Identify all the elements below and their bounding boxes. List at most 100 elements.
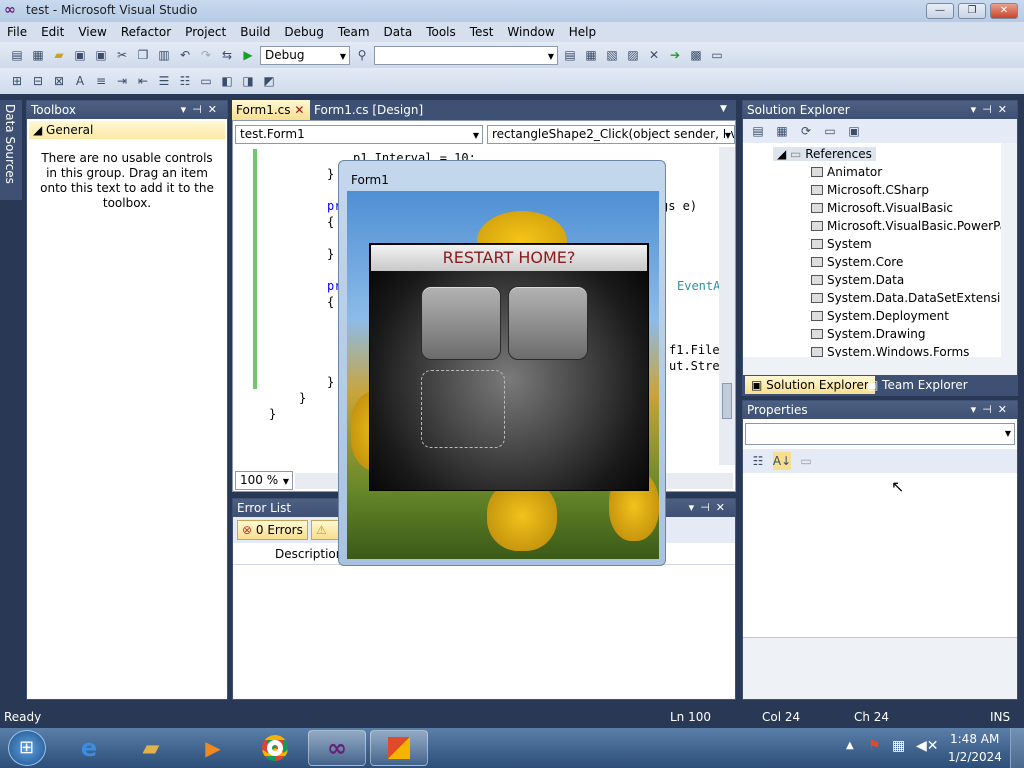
vertical-scrollbar[interactable] <box>719 147 735 465</box>
menu-project[interactable]: Project <box>178 25 233 39</box>
tree-reference-item[interactable]: Microsoft.VisualBasic <box>811 201 953 215</box>
tree-references[interactable]: ◢ ▭ References <box>773 147 876 161</box>
command-window-icon[interactable]: ▭ <box>708 46 726 64</box>
network-icon[interactable]: ▦ <box>892 738 905 754</box>
taskbar-visual-studio[interactable]: ∞ <box>308 730 366 766</box>
properties-icon[interactable]: ▦ <box>582 46 600 64</box>
tree-reference-item[interactable]: Microsoft.CSharp <box>811 183 929 197</box>
show-all-files-icon[interactable]: ▦ <box>773 122 791 140</box>
menu-help[interactable]: Help <box>562 25 603 39</box>
tree-reference-item[interactable]: System.Deployment <box>811 309 949 323</box>
save-all-icon[interactable]: ▣ <box>92 46 110 64</box>
taskbar-form1-app[interactable] <box>370 730 428 766</box>
alphabetical-icon[interactable]: A↓ <box>773 452 791 470</box>
menu-file[interactable]: File <box>0 25 34 39</box>
minimize-button[interactable]: — <box>926 3 954 19</box>
tab-form1-design[interactable]: Form1.cs [Design] <box>310 100 427 120</box>
bookmark-icon[interactable]: ▭ <box>197 72 215 90</box>
extension-icon[interactable]: ▩ <box>687 46 705 64</box>
start-button[interactable]: ⊞ <box>8 730 46 766</box>
refresh-icon[interactable]: ⟳ <box>797 122 815 140</box>
open-folder-icon[interactable]: ▰ <box>50 46 68 64</box>
export-icon[interactable]: ➔ <box>666 46 684 64</box>
zoom-combo[interactable]: 100 % ▼ <box>235 471 293 490</box>
panel-pin-close-icons[interactable]: ▾⊣✕ <box>971 101 1013 119</box>
solution-config-combo[interactable]: Debug ▼ <box>260 45 350 65</box>
new-project-icon[interactable]: ▤ <box>8 46 26 64</box>
indent-icon[interactable]: ⇥ <box>113 72 131 90</box>
dialog-button-2[interactable] <box>508 286 588 360</box>
toolbox-icon[interactable]: ▨ <box>624 46 642 64</box>
outdent-icon[interactable]: ⇤ <box>134 72 152 90</box>
taskbar-explorer[interactable]: ▰ <box>122 730 180 766</box>
menu-refactor[interactable]: Refactor <box>114 25 178 39</box>
paste-icon[interactable]: ▥ <box>155 46 173 64</box>
close-button[interactable]: ✕ <box>990 3 1018 19</box>
menu-view[interactable]: View <box>71 25 113 39</box>
tab-dropdown-icon[interactable]: ▼ <box>720 104 727 114</box>
panel-pin-close-icons[interactable]: ▾⊣✕ <box>971 401 1013 419</box>
tab-solution-explorer[interactable]: ▣ Solution Explorer <box>745 376 875 394</box>
tools-icon[interactable]: ✕ <box>645 46 663 64</box>
clock-time[interactable]: 1:48 AM <box>950 732 999 746</box>
view-designer-icon[interactable]: ▣ <box>845 122 863 140</box>
redo-icon[interactable]: ↷ <box>197 46 215 64</box>
show-hidden-icons-icon[interactable]: ▲ <box>846 740 854 751</box>
toolbox-group-general[interactable]: ◢ General <box>29 121 225 139</box>
comment-icon[interactable]: ☰ <box>155 72 173 90</box>
property-pages-icon[interactable]: ▭ <box>797 452 815 470</box>
start-debugging-icon[interactable]: ▶ <box>239 46 257 64</box>
clear-bookmarks-icon[interactable]: ◩ <box>260 72 278 90</box>
form1-window[interactable]: Form1 RESTART HOME? <box>338 160 666 566</box>
tree-reference-item[interactable]: System.Core <box>811 255 903 269</box>
horizontal-scrollbar[interactable] <box>743 357 1017 375</box>
tree-reference-item[interactable]: System <box>811 237 872 251</box>
tab-form1-cs[interactable]: Form1.cs ✕ <box>232 100 310 120</box>
object-browser-icon[interactable]: ▧ <box>603 46 621 64</box>
object-selector-combo[interactable]: ▼ <box>745 423 1015 445</box>
view-code-icon[interactable]: ▭ <box>821 122 839 140</box>
clock-date[interactable]: 1/2/2024 <box>948 750 1002 764</box>
scroll-thumb[interactable] <box>722 383 732 419</box>
next-bookmark-icon[interactable]: ◨ <box>239 72 257 90</box>
align-rights-icon[interactable]: ⊠ <box>50 72 68 90</box>
dialog-button-3-selected[interactable] <box>421 370 505 448</box>
errors-filter-button[interactable]: ⊗ 0 Errors <box>237 520 308 540</box>
uncomment-icon[interactable]: ☷ <box>176 72 194 90</box>
panel-pin-close-icons[interactable]: ▾⊣✕ <box>689 499 731 517</box>
close-tab-icon[interactable]: ✕ <box>294 103 304 117</box>
tree-reference-item[interactable]: System.Windows.Forms <box>811 345 969 357</box>
taskbar-internet-explorer[interactable]: e <box>60 730 118 766</box>
cut-icon[interactable]: ✂ <box>113 46 131 64</box>
tree-reference-item[interactable]: Animator <box>811 165 882 179</box>
action-center-icon[interactable]: ⚑ <box>868 738 881 754</box>
menu-test[interactable]: Test <box>463 25 501 39</box>
taskbar-media-player[interactable]: ▶ <box>184 730 242 766</box>
add-item-icon[interactable]: ▦ <box>29 46 47 64</box>
taskbar-chrome[interactable] <box>246 730 304 766</box>
undo-icon[interactable]: ↶ <box>176 46 194 64</box>
copy-icon[interactable]: ❐ <box>134 46 152 64</box>
volume-muted-icon[interactable]: ◀✕ <box>916 738 939 754</box>
tree-reference-item[interactable]: System.Data.DataSetExtensions <box>811 291 1017 305</box>
tree-reference-item[interactable]: Microsoft.VisualBasic.PowerPacks <box>811 219 1017 233</box>
align-centers-icon[interactable]: ⊟ <box>29 72 47 90</box>
data-sources-tab[interactable]: Data Sources <box>0 100 22 200</box>
prev-bookmark-icon[interactable]: ◧ <box>218 72 236 90</box>
menu-team[interactable]: Team <box>331 25 377 39</box>
find-icon[interactable]: ⚲ <box>353 46 371 64</box>
align-lefts-icon[interactable]: ⊞ <box>8 72 26 90</box>
tree-reference-item[interactable]: System.Data <box>811 273 904 287</box>
menu-edit[interactable]: Edit <box>34 25 71 39</box>
tab-team-explorer[interactable]: ▣ Team Explorer <box>867 376 968 394</box>
tree-reference-item[interactable]: System.Drawing <box>811 327 925 341</box>
save-icon[interactable]: ▣ <box>71 46 89 64</box>
find-combo[interactable]: ▼ <box>374 45 558 65</box>
show-desktop-button[interactable] <box>1010 728 1024 768</box>
font-icon[interactable]: A <box>71 72 89 90</box>
member-combo[interactable]: rectangleShape2_Click(object sender, Eve… <box>487 125 735 144</box>
menu-build[interactable]: Build <box>233 25 277 39</box>
solution-explorer-icon[interactable]: ▤ <box>561 46 579 64</box>
menu-tools[interactable]: Tools <box>419 25 463 39</box>
menu-debug[interactable]: Debug <box>277 25 330 39</box>
